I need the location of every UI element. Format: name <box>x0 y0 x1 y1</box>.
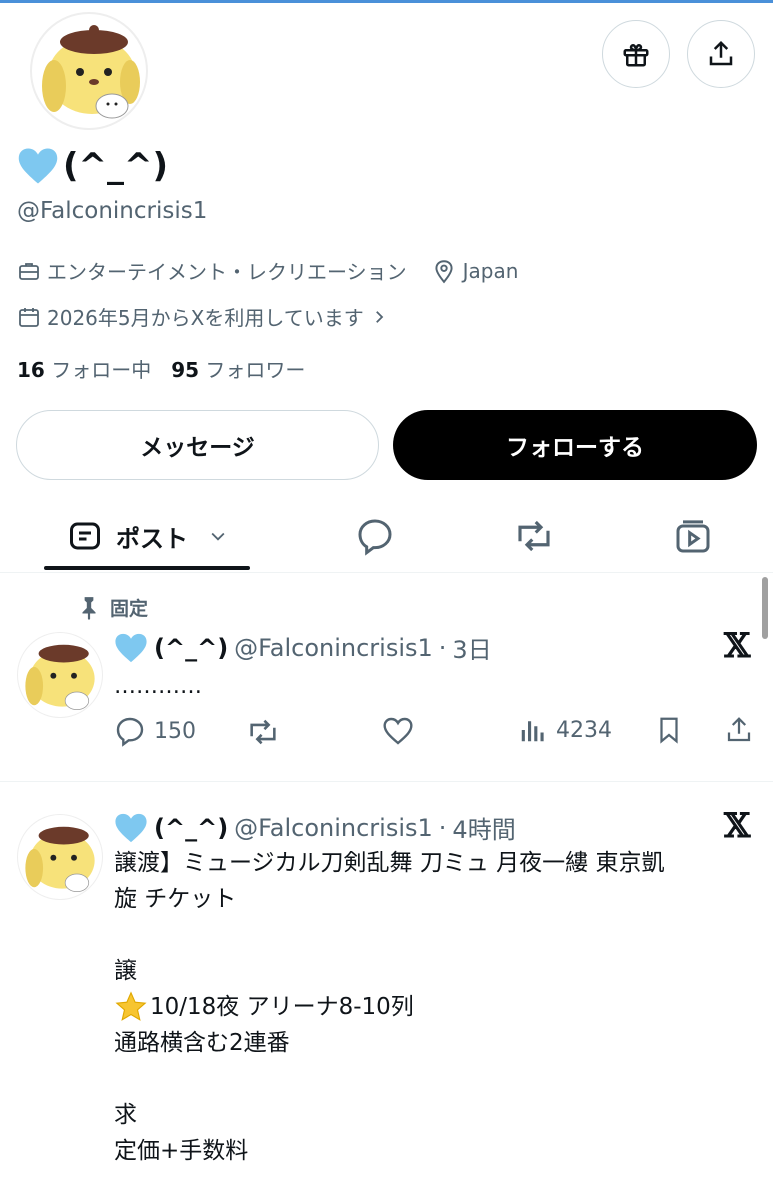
repost-icon <box>518 520 550 552</box>
chevron-right-icon <box>375 310 384 323</box>
post-text-line: 通路横含む2連番 <box>114 1030 290 1056</box>
gift-button[interactable] <box>602 20 670 88</box>
light-blue-heart-icon <box>18 148 58 184</box>
post-text-line: 譲 <box>114 958 137 984</box>
post-separator-dot: · <box>438 813 447 842</box>
post-text: ………… <box>114 674 202 699</box>
post-avatar[interactable] <box>17 814 103 900</box>
post-actions: 150 4234 <box>114 715 764 751</box>
tab-replies[interactable] <box>335 500 415 572</box>
post-text-line <box>114 917 754 953</box>
x-logo-icon: 𝕏 <box>724 626 751 666</box>
post-author-name[interactable]: (^_^) <box>154 814 228 842</box>
posts-tab-icon <box>70 522 100 550</box>
follow-button[interactable]: フォローする <box>393 410 757 480</box>
post-text-line <box>114 1061 754 1097</box>
share-icon <box>709 40 733 66</box>
post-divider <box>0 781 773 782</box>
like-action[interactable] <box>382 715 414 747</box>
share-profile-button[interactable] <box>687 20 755 88</box>
location-pin-icon <box>435 259 453 283</box>
pin-icon <box>82 596 96 620</box>
tab-reposts[interactable] <box>494 500 574 572</box>
profile-location: Japan <box>462 258 519 283</box>
active-tab-indicator <box>44 566 250 570</box>
post-author-name[interactable]: (^_^) <box>154 634 228 662</box>
post-text: 譲渡】ミュージカル刀剣乱舞 刀ミュ 月夜一縷 東京凱 旋 チケット 譲 10/1… <box>114 845 754 1169</box>
light-blue-heart-icon <box>115 633 147 662</box>
bookmark-icon <box>660 717 678 744</box>
x-logo-icon: 𝕏 <box>724 806 751 846</box>
calendar-icon <box>19 307 39 327</box>
following-label: フォロー中 <box>51 358 152 382</box>
followers-label: フォロワー <box>205 358 306 382</box>
scrollbar[interactable] <box>762 577 768 639</box>
star-icon <box>115 991 147 1021</box>
reply-count: 150 <box>154 718 196 744</box>
post-text-line: 旋 チケット <box>114 886 237 912</box>
share-icon <box>727 717 751 742</box>
post-avatar[interactable] <box>17 632 103 718</box>
reply-action[interactable]: 150 <box>114 715 196 747</box>
pompompurin-avatar-image <box>25 644 95 710</box>
post-separator-dot: · <box>438 633 447 662</box>
post-time[interactable]: 3日 <box>452 630 491 665</box>
profile-display-name: (^_^) <box>17 146 168 186</box>
light-blue-heart-icon <box>115 813 147 842</box>
profile-meta-row: エンターテイメント・レクリエーション Japan <box>17 256 518 285</box>
profile-joined-row[interactable]: 2026年5月からXを利用しています <box>17 302 388 331</box>
video-play-icon <box>676 520 710 553</box>
post-text-line-star: 10/18夜 アリーナ8-10列 <box>114 989 754 1025</box>
bookmark-action[interactable] <box>654 715 684 745</box>
post-text-line: 譲渡】ミュージカル刀剣乱舞 刀ミュ 月夜一縷 東京凱 <box>114 850 665 876</box>
views-action[interactable]: 4234 <box>518 715 612 745</box>
followers-link[interactable]: 95 フォロワー <box>171 354 305 383</box>
following-count: 16 <box>17 358 45 382</box>
profile-handle: @Falconincrisis1 <box>17 198 208 224</box>
post-header: (^_^) @Falconincrisis1 · 4時間 <box>114 810 516 845</box>
profile-avatar[interactable] <box>30 12 148 130</box>
follow-stats: 16 フォロー中 95 フォロワー <box>17 354 305 383</box>
reply-bubble-icon <box>358 519 392 556</box>
pinned-indicator: 固定 <box>80 594 148 621</box>
tab-media[interactable] <box>653 500 733 572</box>
repost-icon <box>250 719 276 745</box>
post-author-handle[interactable]: @Falconincrisis1 <box>234 814 433 842</box>
top-accent-line <box>0 0 773 3</box>
heart-outline-icon <box>383 717 413 745</box>
reply-icon <box>116 717 144 747</box>
post-text-line: 定価+手数料 <box>114 1138 249 1164</box>
profile-tabs: ポスト <box>0 500 773 573</box>
following-link[interactable]: 16 フォロー中 <box>17 354 151 383</box>
post-text-line: 求 <box>114 1102 137 1128</box>
repost-action[interactable] <box>246 715 280 749</box>
message-button[interactable]: メッセージ <box>16 410 379 480</box>
share-action[interactable] <box>724 715 754 745</box>
post-author-handle[interactable]: @Falconincrisis1 <box>234 634 433 662</box>
post-header: (^_^) @Falconincrisis1 · 3日 <box>114 630 492 665</box>
pompompurin-avatar-image <box>42 25 140 119</box>
display-name-text: (^_^) <box>63 146 169 186</box>
profile-category: エンターテイメント・レクリエーション <box>47 260 407 284</box>
tab-posts[interactable]: ポスト <box>44 500 250 572</box>
chevron-down-icon <box>211 532 225 541</box>
tab-posts-label: ポスト <box>116 524 188 553</box>
pompompurin-avatar-image <box>25 826 95 892</box>
briefcase-icon <box>19 262 39 280</box>
view-count: 4234 <box>556 717 612 743</box>
followers-count: 95 <box>171 358 200 382</box>
post-time[interactable]: 4時間 <box>452 810 515 845</box>
gift-icon <box>623 44 649 67</box>
profile-joined-date: 2026年5月からXを利用しています <box>47 306 364 330</box>
pinned-label: 固定 <box>110 598 149 620</box>
bar-chart-icon <box>521 721 544 742</box>
post-text-line: 10/18夜 アリーナ8-10列 <box>150 994 414 1020</box>
